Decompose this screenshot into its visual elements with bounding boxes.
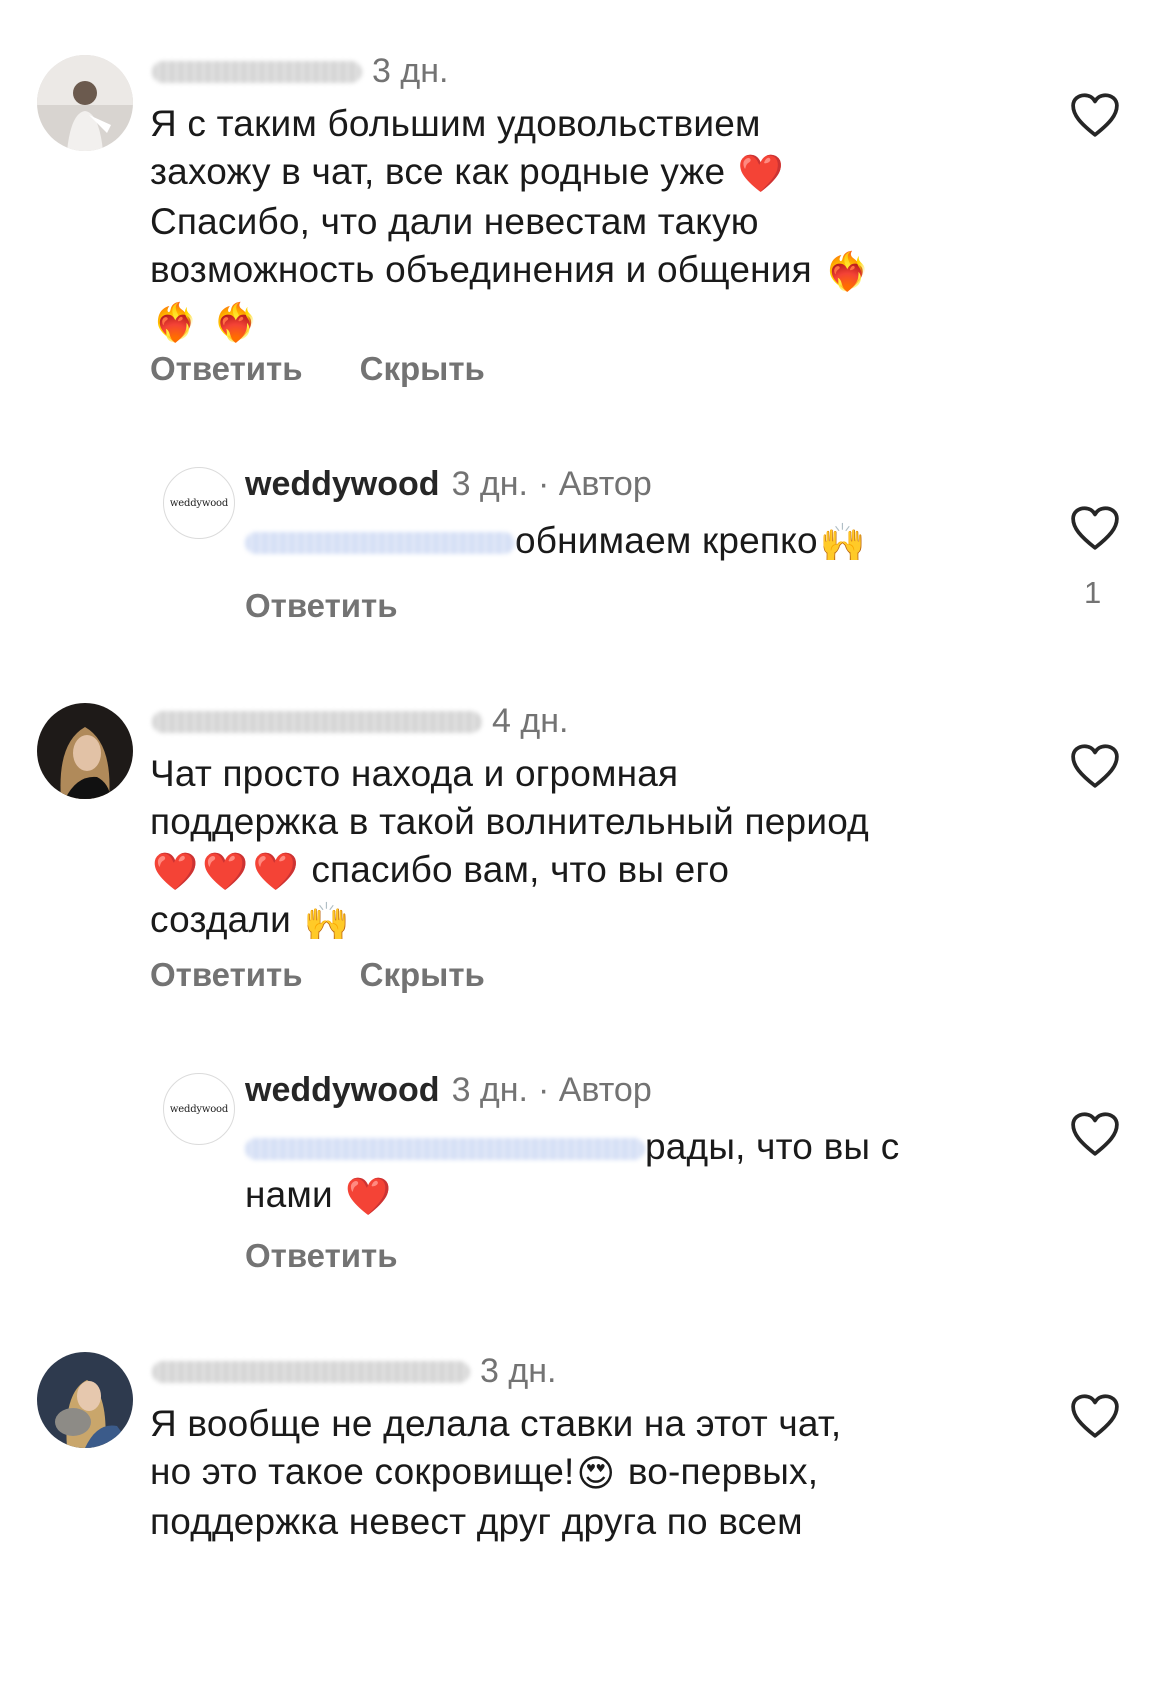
comment-meta: 3 дн.: [152, 1352, 556, 1391]
author-badge: · Автор: [537, 1071, 652, 1109]
comment-text: Чат просто находа и огромная поддержка в…: [150, 750, 869, 946]
raising-hands-emoji: 🙌: [303, 901, 350, 943]
heart-outline-icon[interactable]: [1070, 92, 1120, 138]
hide-button[interactable]: Скрыть: [360, 350, 485, 387]
text-line: Я с таким большим удовольствием: [150, 103, 761, 144]
heart-outline-icon[interactable]: [1070, 505, 1120, 551]
text-line: но это такое сокровище!😍 во-первых,: [150, 1448, 841, 1498]
comment-time: 3 дн.: [480, 1352, 557, 1390]
heart-outline-icon[interactable]: [1070, 1393, 1120, 1439]
text-line: возможность объединения и общения ❤️‍🔥: [150, 246, 873, 296]
heart-eyes-emoji: 😍: [576, 1453, 616, 1495]
blurred-username[interactable]: [152, 60, 362, 83]
comment-time: 3 дн.: [451, 1071, 528, 1109]
blurred-username[interactable]: [152, 710, 482, 733]
hide-button[interactable]: Скрыть: [360, 956, 485, 993]
text-line: Я вообще не делала ставки на этот чат,: [150, 1403, 842, 1444]
comment-text: обнимаем крепко🙌: [245, 517, 868, 567]
comment-meta: 3 дн.: [152, 52, 448, 91]
text-line: рады, что вы с: [245, 1123, 899, 1171]
heart-emoji: ❤️: [152, 851, 199, 893]
text-line: ❤️‍🔥 ❤️‍🔥: [150, 296, 873, 346]
text-line: ❤️ ❤️ ❤️ спасибо вам, что вы его: [150, 846, 869, 896]
weddywood-logo: weddywood: [169, 497, 229, 509]
comment-meta: weddywood 3 дн. · Автор: [245, 1071, 652, 1110]
avatar[interactable]: weddywood: [163, 1073, 235, 1145]
heart-emoji: ❤️: [737, 153, 784, 195]
text-line: обнимаем крепко🙌: [245, 517, 868, 567]
like-count[interactable]: 1: [1084, 575, 1101, 611]
text-line: поддержка невест друг друга по всем: [150, 1501, 803, 1543]
comment-actions: Ответить: [245, 587, 446, 625]
comment-time: 3 дн.: [372, 52, 449, 90]
text-line: поддержка в такой волнительный период: [150, 801, 869, 842]
heart-emoji: ❤️: [252, 851, 299, 893]
comment-text: рады, что вы с нами ❤️: [245, 1123, 899, 1221]
author-badge: · Автор: [537, 465, 652, 503]
heart-emoji: ❤️: [345, 1176, 392, 1218]
heart-on-fire-emoji: ❤️‍🔥: [212, 301, 260, 343]
comment-username[interactable]: weddywood: [245, 465, 440, 504]
heart-outline-icon[interactable]: [1070, 743, 1120, 789]
comment-meta: weddywood 3 дн. · Автор: [245, 465, 652, 504]
heart-outline-icon[interactable]: [1070, 1111, 1120, 1157]
heart-emoji: ❤️: [202, 851, 249, 893]
reply-button[interactable]: Ответить: [150, 956, 303, 993]
reply-button[interactable]: Ответить: [150, 350, 303, 387]
weddywood-logo: weddywood: [169, 1103, 229, 1115]
avatar[interactable]: weddywood: [163, 467, 235, 539]
comment-actions: Ответить: [245, 1237, 446, 1275]
avatar[interactable]: [37, 703, 133, 799]
avatar-photo: [37, 1352, 133, 1448]
raising-hands-emoji: 🙌: [819, 522, 867, 564]
comment-time: 3 дн.: [451, 465, 528, 503]
comment-time: 4 дн.: [492, 702, 569, 740]
text-line: Спасибо, что дали невестам такую: [150, 201, 759, 243]
comment-text: Я с таким большим удовольствием захожу в…: [150, 100, 873, 347]
text-line: Чат просто находа и огромная: [150, 753, 679, 794]
comment-actions: Ответить Скрыть: [150, 956, 533, 994]
reply-button[interactable]: Ответить: [245, 587, 398, 624]
heart-on-fire-emoji: ❤️‍🔥: [152, 301, 199, 343]
comment-text: Я вообще не делала ставки на этот чат, н…: [150, 1400, 841, 1546]
text-line: создали 🙌: [150, 896, 869, 946]
blurred-mention[interactable]: [245, 1138, 645, 1161]
avatar-photo: [37, 703, 133, 799]
blurred-username[interactable]: [152, 1360, 470, 1383]
avatar[interactable]: [37, 55, 133, 151]
avatar[interactable]: [37, 1352, 133, 1448]
blurred-mention[interactable]: [245, 532, 515, 555]
comment-actions: Ответить Скрыть: [150, 350, 533, 388]
text-line: захожу в чат, все как родные уже ❤️: [150, 148, 873, 198]
reply-button[interactable]: Ответить: [245, 1237, 398, 1274]
comment-username[interactable]: weddywood: [245, 1071, 440, 1110]
text-line: нами ❤️: [245, 1171, 899, 1221]
heart-on-fire-emoji: ❤️‍🔥: [824, 251, 871, 293]
comment-meta: 4 дн.: [152, 702, 568, 741]
avatar-photo: [37, 55, 133, 151]
